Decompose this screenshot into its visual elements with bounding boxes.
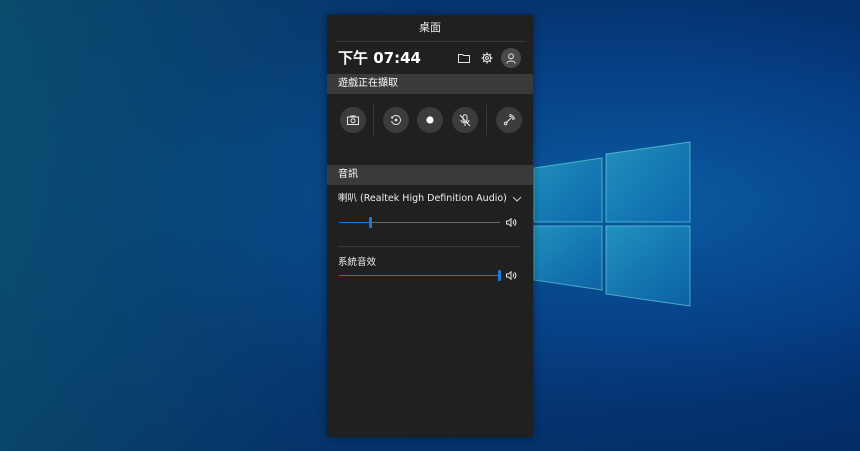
capture-separator: [486, 105, 487, 135]
capture-section-header: 遊戲正在擷取: [327, 74, 533, 94]
clock-display: 下午 07:44: [338, 49, 421, 67]
gear-icon[interactable]: [477, 48, 497, 68]
speaker-volume-fill: [339, 222, 371, 223]
speaker-volume-icon[interactable]: [505, 216, 517, 228]
system-sounds-volume-slider[interactable]: [339, 270, 501, 281]
speaker-device-label: 喇叭 (Realtek High Definition Audio): [338, 193, 507, 204]
record-last-button[interactable]: [383, 107, 409, 133]
windows-logo: [533, 141, 691, 307]
system-sounds-volume-thumb[interactable]: [498, 270, 501, 281]
broadcast-button[interactable]: [496, 107, 522, 133]
mic-muted-icon: [459, 113, 471, 126]
speaker-volume-slider[interactable]: [339, 217, 500, 228]
mic-toggle-button[interactable]: [452, 107, 478, 133]
folder-icon[interactable]: [454, 48, 474, 68]
record-button[interactable]: [417, 107, 443, 133]
system-sounds-volume-fill: [339, 275, 500, 276]
camera-icon: [347, 115, 359, 125]
panel-title: 桌面: [419, 21, 441, 34]
user-avatar-icon[interactable]: [501, 48, 521, 68]
system-sounds-volume-icon[interactable]: [505, 269, 517, 281]
system-sounds-label: 系統音效: [338, 257, 377, 268]
screenshot-button[interactable]: [340, 107, 366, 133]
capture-separator: [373, 105, 374, 135]
speaker-volume-thumb[interactable]: [369, 217, 372, 228]
game-bar-panel: 桌面 下午 07:44 遊戲正在擷取 音訊 喇叭 (Realtek High D…: [327, 15, 533, 437]
chevron-down-icon[interactable]: [511, 193, 523, 205]
title-divider: [335, 41, 525, 42]
record-last-icon: [390, 115, 401, 125]
audio-divider: [338, 246, 521, 247]
broadcast-icon: [503, 114, 515, 126]
audio-section-header: 音訊: [327, 165, 533, 185]
record-icon: [426, 116, 434, 124]
